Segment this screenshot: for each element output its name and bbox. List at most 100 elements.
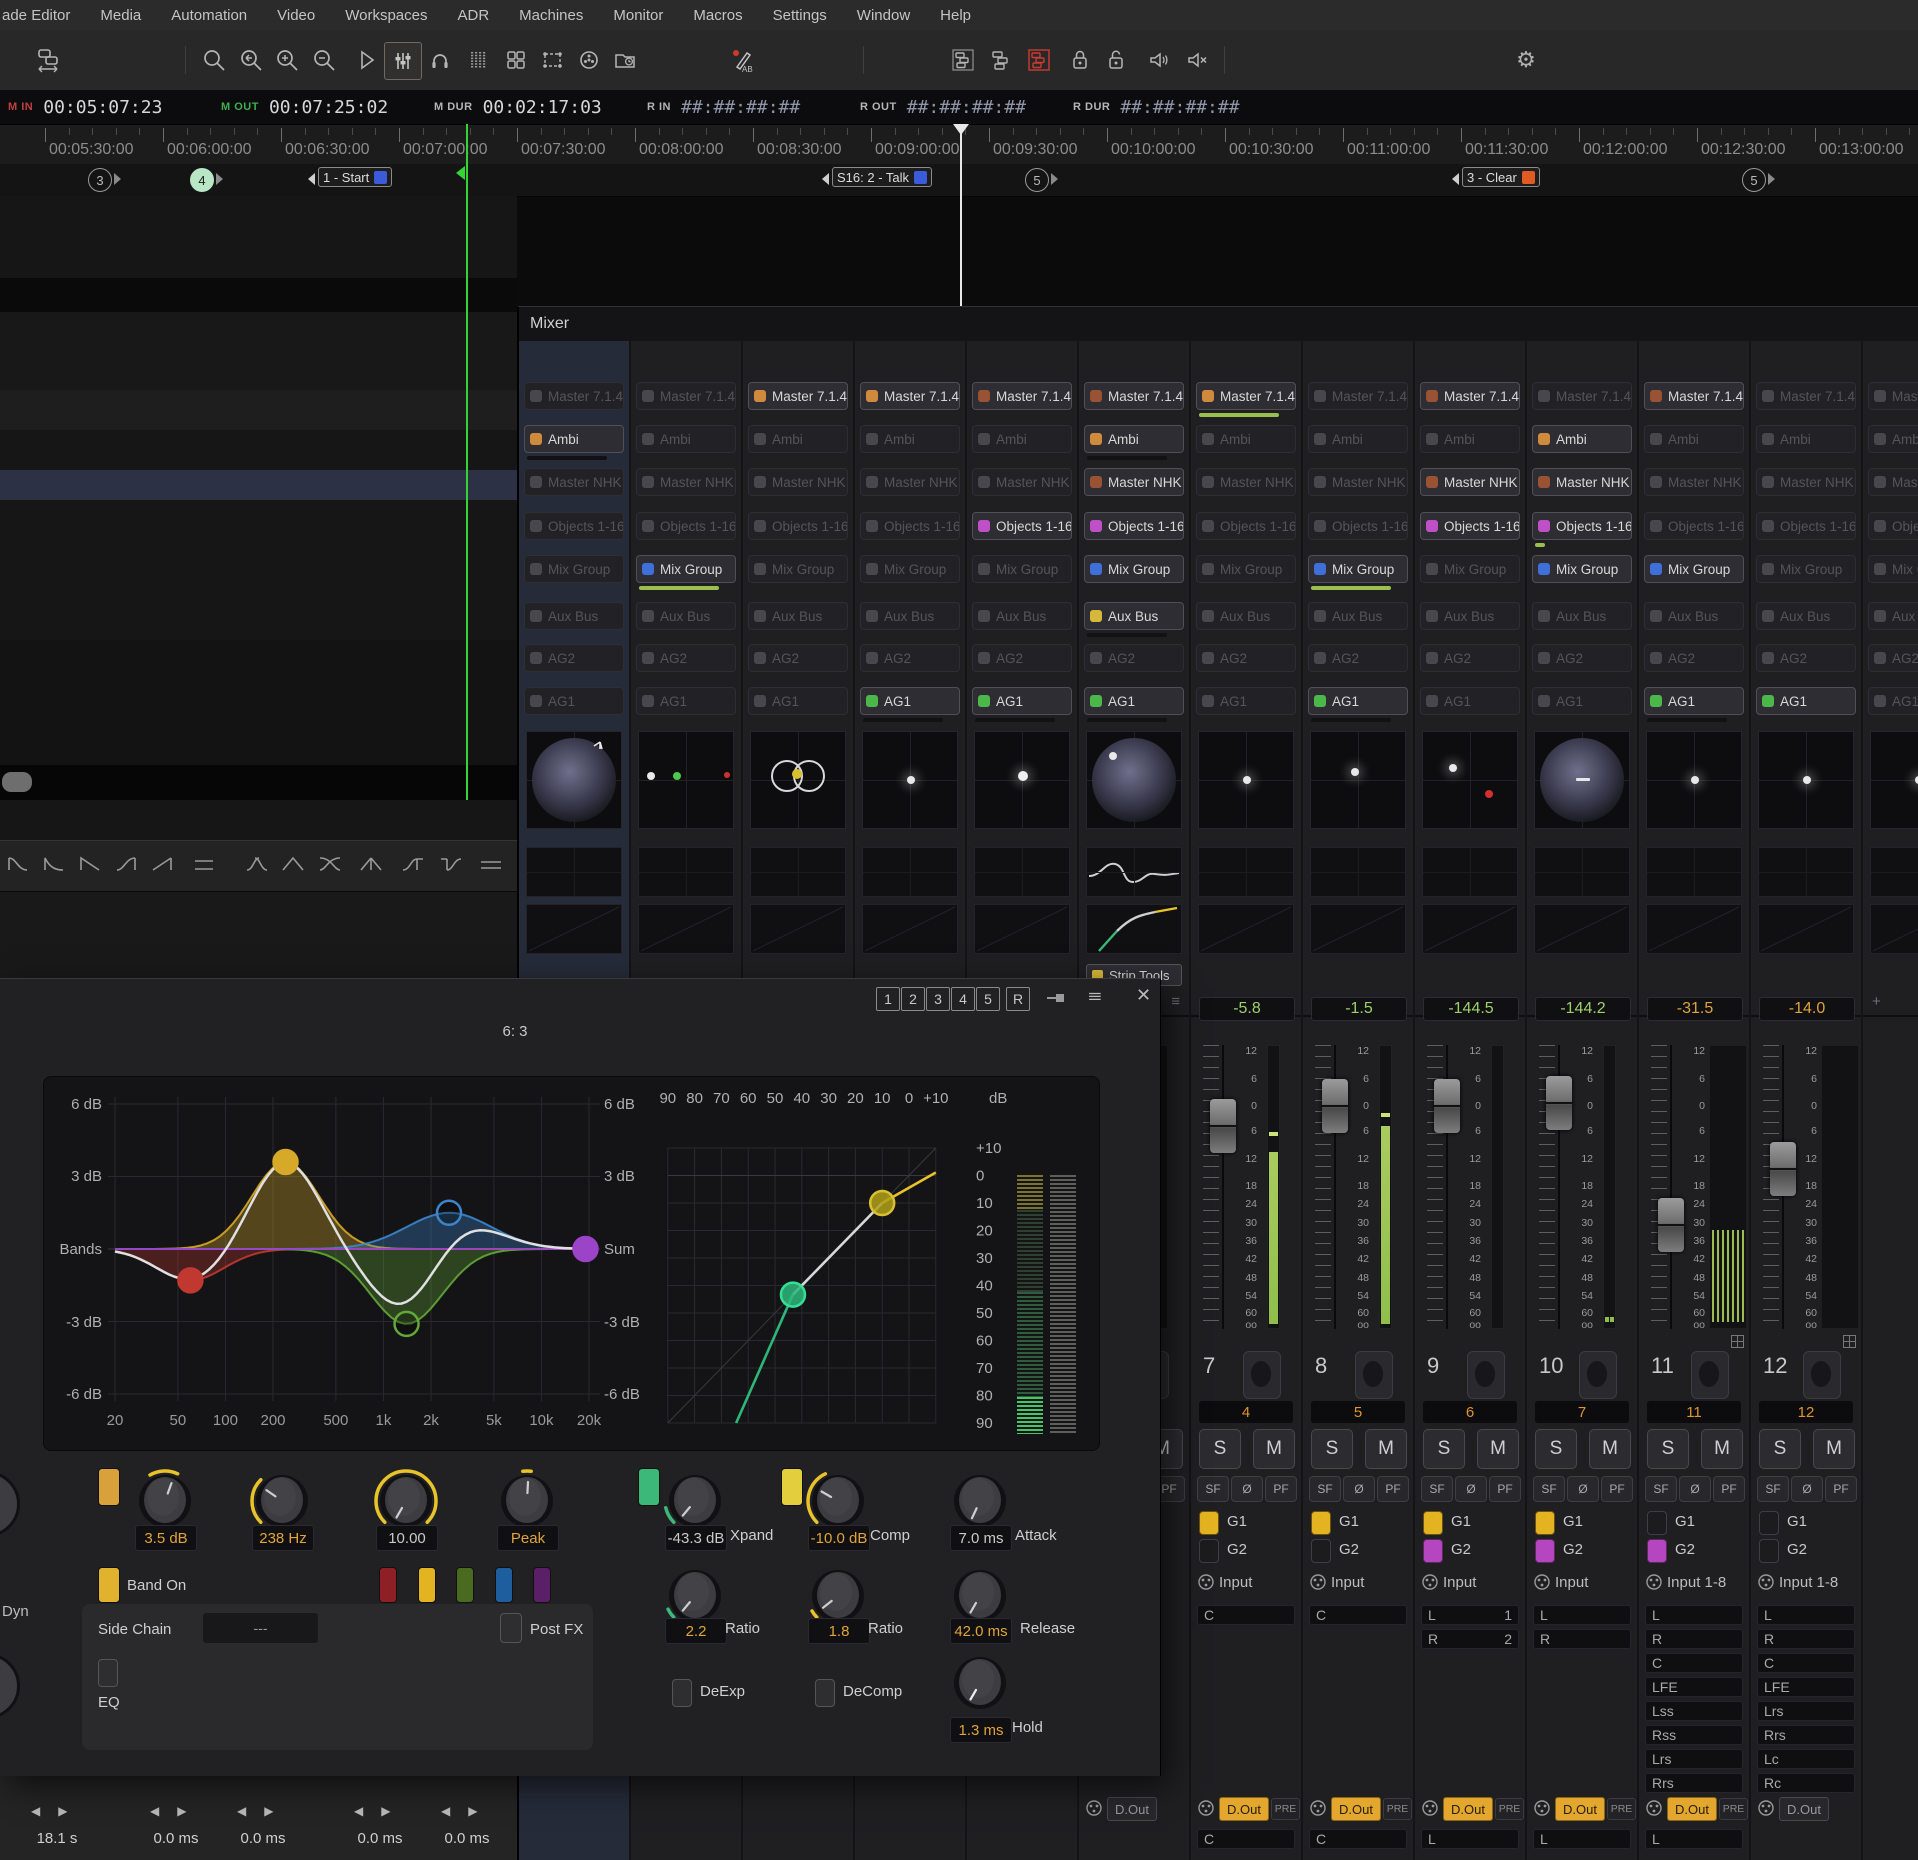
routing-button-master-nhk[interactable]: Master NHK <box>972 468 1072 496</box>
routing-button-ambi[interactable]: Ambi <box>1644 425 1744 453</box>
direct-out-button[interactable]: D.Out <box>1443 1797 1493 1821</box>
channel-assign-field[interactable]: Rrs <box>1645 1773 1743 1793</box>
routing-button-aux-bus[interactable]: Aux Bus <box>1308 602 1408 630</box>
band-select-chip-2[interactable] <box>418 1567 436 1603</box>
routing-button-ag1[interactable]: AG1 <box>748 687 848 715</box>
band-select-chip-3[interactable] <box>456 1567 474 1603</box>
pre-button[interactable]: PRE <box>1495 1798 1524 1820</box>
routing-button-mix-group[interactable]: Mix Group <box>860 555 960 583</box>
strip-eq-thumbnail[interactable] <box>1646 847 1742 897</box>
channel-record-button[interactable] <box>1691 1351 1729 1399</box>
routing-button-ag1[interactable]: AG1 <box>1084 687 1184 715</box>
solo-button[interactable]: S <box>1759 1429 1801 1469</box>
routing-button-objects-1-16[interactable]: Objects 1-16 <box>748 512 848 540</box>
fade-shape-icon-9[interactable] <box>316 853 344 875</box>
input-label[interactable]: Input 1-8 <box>1667 1574 1726 1591</box>
routing-button-ag1[interactable]: AG1 <box>1756 687 1856 715</box>
channel-assign-field[interactable]: C <box>1309 1605 1407 1625</box>
routing-button-ag2[interactable]: AG2 <box>1644 644 1744 672</box>
nudge-arrows[interactable]: ◀▶ <box>441 1804 495 1818</box>
nudge-right-icon[interactable]: ▶ <box>381 1804 408 1818</box>
routing-button-master-7-1-4[interactable]: Master 7.1.4 <box>1196 382 1296 410</box>
strip-menu-button[interactable]: ≡ <box>1171 993 1180 1010</box>
knob-value[interactable]: 1.3 ms <box>950 1717 1012 1743</box>
channel-sub-number[interactable]: 6 <box>1423 1401 1517 1423</box>
direct-out-button[interactable]: D.Out <box>1107 1797 1157 1821</box>
dynamics-handle[interactable] <box>870 1191 894 1215</box>
mute-button[interactable]: M <box>1701 1429 1743 1469</box>
channel-assign-field[interactable]: R <box>1757 1629 1855 1649</box>
routing-button-ag2[interactable]: AG2 <box>1868 644 1918 672</box>
solo-button[interactable]: S <box>1423 1429 1465 1469</box>
routing-button-mix-group[interactable]: Mix Group <box>1756 555 1856 583</box>
routing-button-master-nhk[interactable]: Master NHK <box>1756 468 1856 496</box>
strip-dynamics-thumbnail[interactable] <box>862 904 958 954</box>
plugin-read-button[interactable]: R <box>1006 987 1030 1011</box>
input-label[interactable]: Input 1-8 <box>1779 1574 1838 1591</box>
unlock-icon[interactable] <box>1098 42 1134 78</box>
direct-out-button[interactable]: D.Out <box>1667 1797 1717 1821</box>
meters-icon[interactable] <box>460 42 496 78</box>
routing-button-ag2[interactable]: AG2 <box>1756 644 1856 672</box>
menu-item-help[interactable]: Help <box>940 7 971 24</box>
routing-button-master-nhk[interactable]: Master NHK <box>524 468 624 496</box>
pre-button[interactable]: PRE <box>1383 1798 1412 1820</box>
zoom-in-icon[interactable] <box>269 42 305 78</box>
routing-button-ag2[interactable]: AG2 <box>860 644 960 672</box>
fade-shape-icon-6[interactable] <box>190 853 218 875</box>
channel-assign-field[interactable]: Rss <box>1645 1725 1743 1745</box>
nudge-value[interactable]: 18.1 s <box>37 1830 78 1847</box>
safe-button[interactable]: SF <box>1309 1476 1341 1502</box>
routing-button-master-nhk[interactable]: Master NHK <box>1420 468 1520 496</box>
timecode-value[interactable]: ##:##:##:## <box>907 97 1026 118</box>
group2-checkbox[interactable] <box>1535 1539 1555 1563</box>
routing-button-aux-bus[interactable]: Aux Bus <box>636 602 736 630</box>
nudge-left-icon[interactable]: ◀ <box>354 1804 381 1818</box>
track-lane[interactable] <box>0 800 517 841</box>
channel-sub-number[interactable]: 7 <box>1535 1401 1629 1423</box>
band-color-swatch[interactable] <box>98 1468 120 1506</box>
routing-button-objects-1-16[interactable]: Objects 1-16 <box>524 512 624 540</box>
routing-button-ag2[interactable]: AG2 <box>1084 644 1184 672</box>
speaker-mute-icon[interactable] <box>1178 42 1214 78</box>
pan-display[interactable] <box>1310 731 1406 829</box>
fade-shape-icon-12[interactable] <box>437 853 465 875</box>
routing-button-objects-1-16[interactable]: Objects 1-16 <box>1868 512 1918 540</box>
routing-button-aux-bus[interactable]: Aux Bus <box>1420 602 1520 630</box>
strip-eq-thumbnail[interactable] <box>1422 847 1518 897</box>
track-lane[interactable] <box>0 765 517 801</box>
fade-shape-icon-2[interactable] <box>40 853 68 875</box>
routing-button-mix-group[interactable]: Mix Group <box>636 555 736 583</box>
routing-button-master-7-1-4[interactable]: Master 7.1.4 <box>860 382 960 410</box>
input-label[interactable]: Input <box>1555 1574 1588 1591</box>
nudge-arrows[interactable]: ◀▶ <box>150 1804 204 1818</box>
pan-display[interactable] <box>1534 731 1630 829</box>
routing-button-aux-bus[interactable]: Aux Bus <box>1756 602 1856 630</box>
fade-shape-icon-5[interactable] <box>148 853 176 875</box>
fader-value[interactable]: -144.2 <box>1535 997 1631 1021</box>
channel-sub-number[interactable]: 12 <box>1759 1401 1853 1423</box>
channel-assign-field[interactable]: Rc <box>1757 1773 1855 1793</box>
mute-button[interactable]: M <box>1589 1429 1631 1469</box>
dynamics-handle[interactable] <box>781 1283 805 1307</box>
routing-button-ag2[interactable]: AG2 <box>524 644 624 672</box>
timeline-marker-flag[interactable]: S16: 2 - Talk <box>832 167 932 187</box>
routing-button-objects-1-16[interactable]: Objects 1-16 <box>860 512 960 540</box>
group1-checkbox[interactable] <box>1311 1511 1331 1535</box>
routing-button-ag2[interactable]: AG2 <box>1308 644 1408 672</box>
nudge-value[interactable]: 0.0 ms <box>444 1830 489 1847</box>
strip-eq-thumbnail[interactable] <box>638 847 734 897</box>
fade-shape-icon-4[interactable] <box>112 853 140 875</box>
menu-item-ade-editor[interactable]: ade Editor <box>2 7 70 24</box>
routing-button-objects-1-16[interactable]: Objects 1-16 <box>1756 512 1856 540</box>
channel-sub-number[interactable]: 11 <box>1647 1401 1741 1423</box>
routing-button-master-7-1-4[interactable]: Master 7.1.4 <box>972 382 1072 410</box>
routing-button-objects-1-16[interactable]: Objects 1-16 <box>1644 512 1744 540</box>
routing-button-objects-1-16[interactable]: Objects 1-16 <box>1420 512 1520 540</box>
routing-button-objects-1-16[interactable]: Objects 1-16 <box>1196 512 1296 540</box>
zoom-fit-icon[interactable] <box>233 42 269 78</box>
routing-button-master-nhk[interactable]: Master NHK <box>1868 468 1918 496</box>
strip-eq-thumbnail[interactable] <box>862 847 958 897</box>
knob-value[interactable]: 10.00 <box>376 1525 438 1551</box>
strip-dynamics-thumbnail[interactable] <box>1646 904 1742 954</box>
